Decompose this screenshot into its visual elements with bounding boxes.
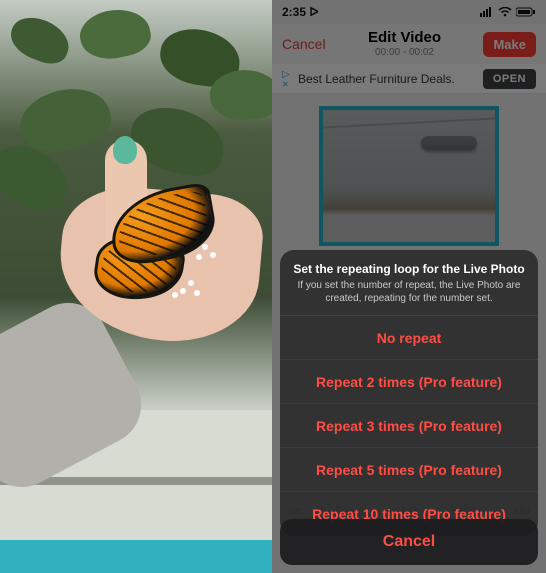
sheet-option-no-repeat[interactable]: No repeat — [280, 316, 538, 360]
action-sheet-title: Set the repeating loop for the Live Phot… — [292, 262, 526, 276]
action-sheet-subtitle: If you set the number of repeat, the Liv… — [292, 279, 526, 305]
monarch-butterfly — [60, 190, 220, 310]
right-app-panel: 2:35 ⁠ᐅ Cancel Edit Video 00:00 - 00:02 … — [272, 0, 546, 573]
sheet-option-repeat-3[interactable]: Repeat 3 times (Pro feature) — [280, 404, 538, 448]
photo-butterfly-on-hand — [0, 0, 272, 540]
action-sheet-cancel-button[interactable]: Cancel — [280, 519, 538, 565]
action-sheet: Set the repeating loop for the Live Phot… — [280, 250, 538, 536]
sheet-option-repeat-5[interactable]: Repeat 5 times (Pro feature) — [280, 448, 538, 492]
action-sheet-header: Set the repeating loop for the Live Phot… — [280, 250, 538, 316]
left-photo-panel — [0, 0, 272, 573]
sheet-option-repeat-2[interactable]: Repeat 2 times (Pro feature) — [280, 360, 538, 404]
